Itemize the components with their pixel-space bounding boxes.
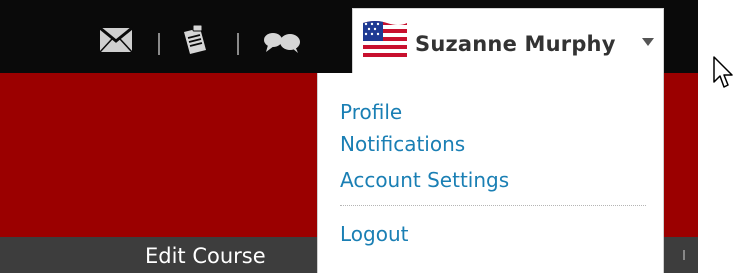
page-background [698, 0, 740, 273]
us-flag-avatar [361, 19, 409, 63]
menu-item-profile[interactable]: Profile [340, 100, 402, 124]
assignment-icon[interactable] [180, 24, 212, 56]
mail-icon[interactable] [99, 26, 133, 53]
menu-item-logout[interactable]: Logout [340, 222, 408, 246]
discussion-icon[interactable] [262, 32, 302, 54]
nav-separator [683, 250, 685, 260]
chevron-down-icon[interactable] [642, 38, 654, 46]
nav-separator [158, 33, 160, 55]
user-dropdown-menu: Profile Notifications Account Settings L… [317, 73, 664, 273]
user-menu-toggle[interactable]: Suzanne Murphy [352, 8, 664, 73]
menu-divider [340, 205, 646, 206]
nav-separator [237, 33, 239, 55]
mouse-cursor-icon [713, 56, 735, 94]
menu-item-notifications[interactable]: Notifications [340, 132, 465, 156]
user-name[interactable]: Suzanne Murphy [415, 31, 616, 57]
edit-course-link[interactable]: Edit Course [145, 243, 266, 269]
menu-item-account-settings[interactable]: Account Settings [340, 168, 509, 192]
